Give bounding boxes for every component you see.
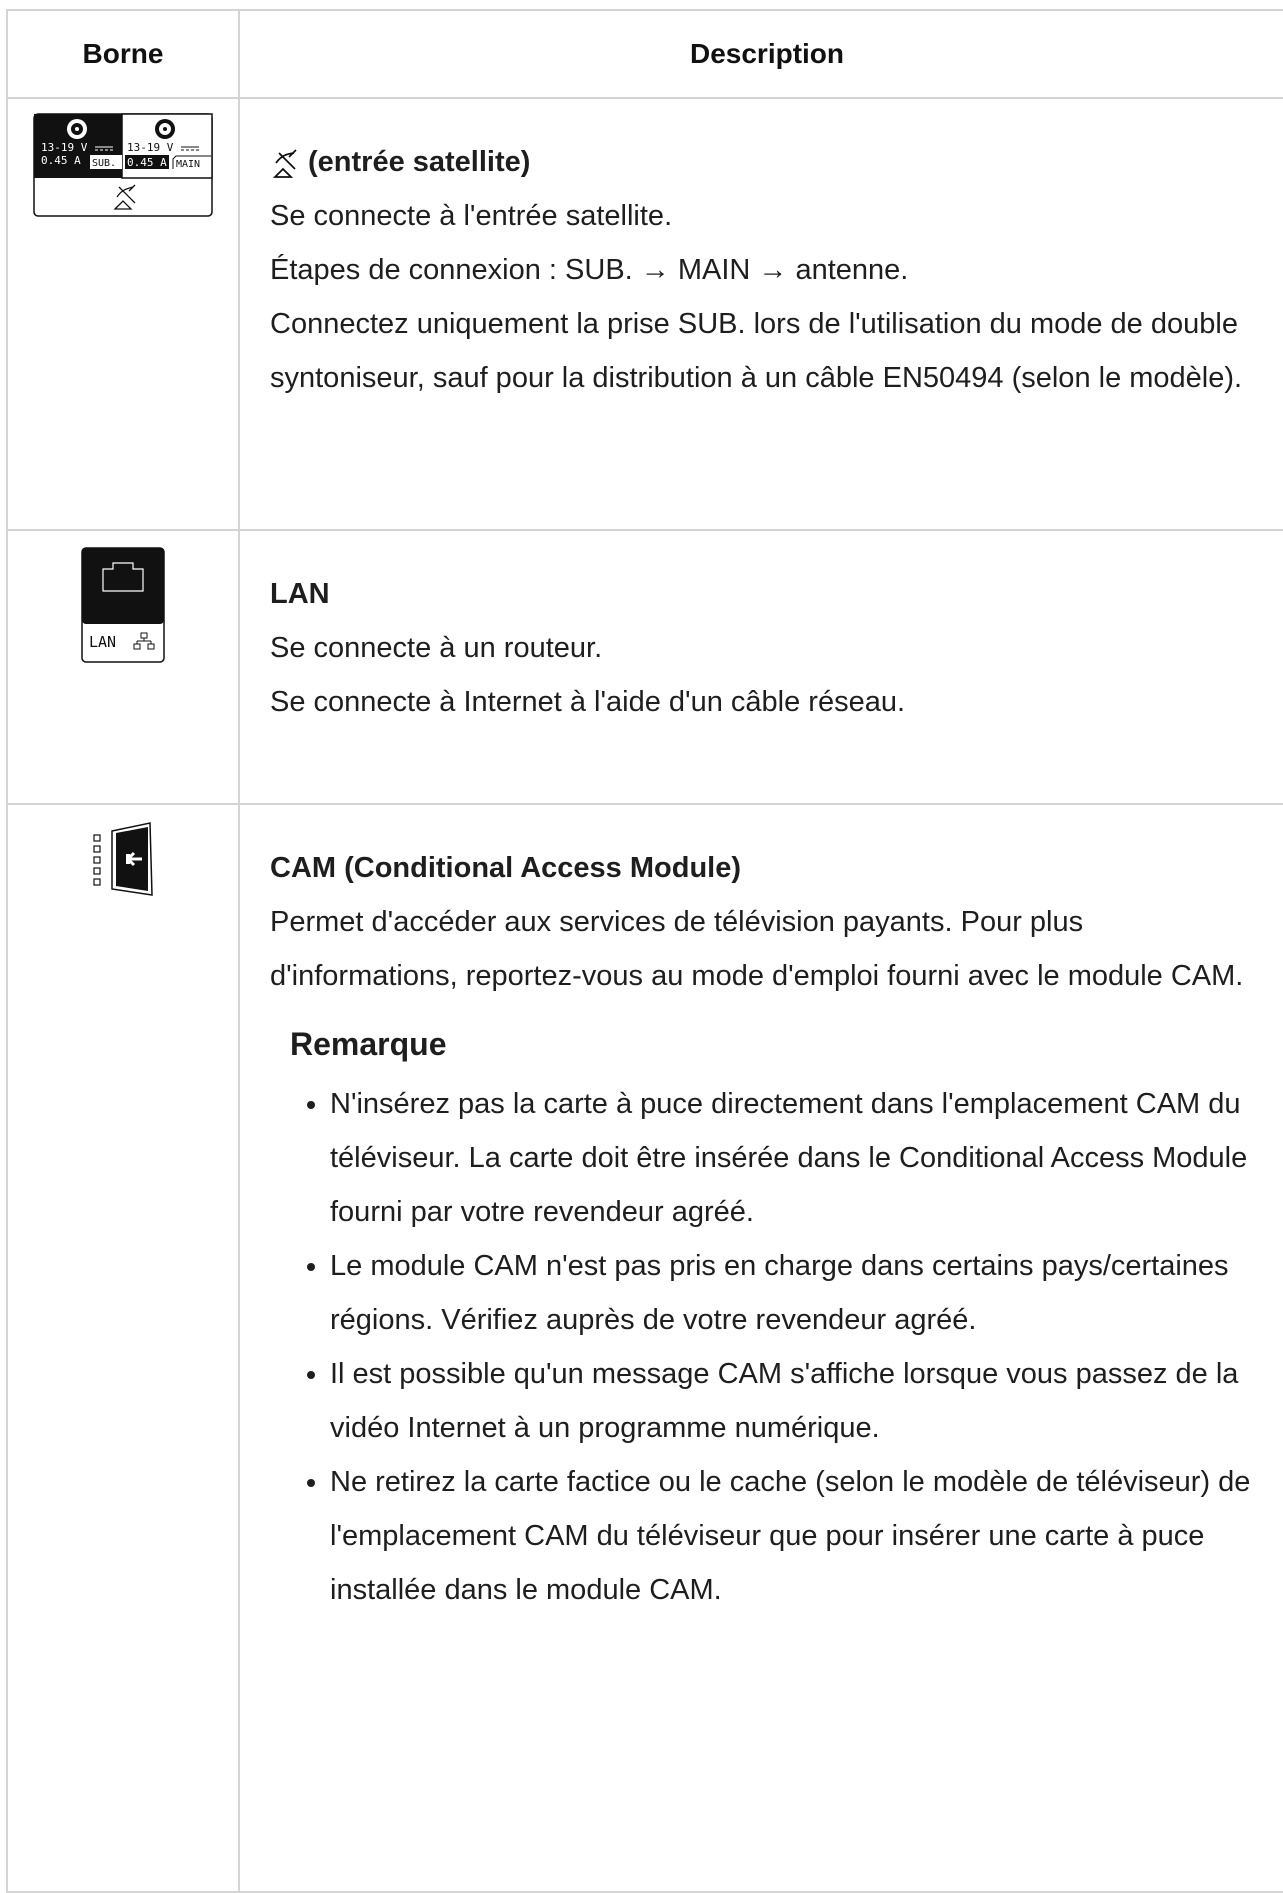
table-row: CAM (Conditional Access Module) Permet d…	[6, 803, 1283, 1893]
description-line: Étapes de connexion : SUB. → MAIN → ante…	[270, 254, 909, 286]
satellite-dish-icon	[270, 145, 300, 179]
satellite-input-port-icon: 13-19 V 0.45 A SUB. 13-19 V 0.45 A MAIN	[33, 113, 213, 222]
sat-sub-voltage: 13-19 V	[41, 141, 88, 154]
sat-main-label: MAIN	[176, 159, 200, 170]
table-row: 13-19 V 0.45 A SUB. 13-19 V 0.45 A MAIN	[6, 97, 1283, 531]
column-header-description: Description	[238, 9, 1283, 99]
description-cell: CAM (Conditional Access Module) Permet d…	[238, 803, 1283, 1893]
terminal-cell	[6, 803, 240, 1893]
cam-slot-icon	[90, 821, 156, 902]
sat-sub-label: SUB.	[92, 158, 116, 169]
terminal-table: Borne Description 13-19 V 0.45 A SUB. 13…	[6, 9, 1283, 1893]
lan-port-icon: LAN	[81, 547, 165, 668]
table-row: LAN LAN Se connecte à un routeur. Se con…	[6, 529, 1283, 805]
row-title: CAM (Conditional Access Module)	[270, 852, 741, 884]
sat-sub-current: 0.45 A	[41, 154, 81, 167]
lan-label: LAN	[89, 633, 116, 651]
terminal-cell: LAN	[6, 529, 240, 805]
row-title-text: (entrée satellite)	[308, 146, 531, 178]
list-item: N'insérez pas la carte à puce directemen…	[330, 1077, 1254, 1239]
row-title: LAN	[270, 578, 330, 610]
note-list: N'insérez pas la carte à puce directemen…	[290, 1077, 1254, 1617]
list-item: Le module CAM n'est pas pris en charge d…	[330, 1239, 1254, 1347]
note-title: Remarque	[290, 1026, 447, 1062]
description-line: Se connecte à un routeur.	[270, 632, 603, 664]
terminal-cell: 13-19 V 0.45 A SUB. 13-19 V 0.45 A MAIN	[6, 97, 240, 531]
list-item: Ne retirez la carte factice ou le cache …	[330, 1455, 1254, 1617]
note-box: Remarque N'insérez pas la carte à puce d…	[270, 1017, 1254, 1617]
description-cell: (entrée satellite) Se connecte à l'entré…	[238, 97, 1283, 531]
column-header-terminal: Borne	[6, 9, 240, 99]
sat-main-voltage: 13-19 V	[127, 141, 174, 154]
table-header-row: Borne Description	[6, 9, 1283, 99]
sat-main-current: 0.45 A	[127, 156, 167, 169]
description-line: Permet d'accéder aux services de télévis…	[270, 906, 1244, 992]
row-title: (entrée satellite)	[270, 135, 1254, 189]
list-item: Il est possible qu'un message CAM s'affi…	[330, 1347, 1254, 1455]
description-line: Se connecte à l'entrée satellite.	[270, 200, 673, 232]
description-line: Se connecte à Internet à l'aide d'un câb…	[270, 686, 906, 718]
description-cell: LAN Se connecte à un routeur. Se connect…	[238, 529, 1283, 805]
description-line: Connectez uniquement la prise SUB. lors …	[270, 308, 1243, 394]
